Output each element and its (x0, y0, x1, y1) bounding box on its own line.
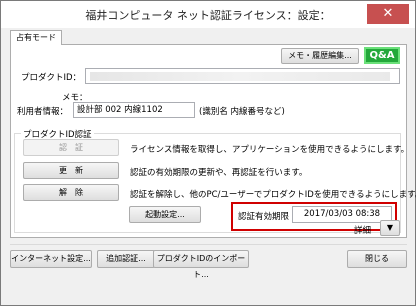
memo-history-edit-button[interactable]: メモ・履歴編集... (281, 48, 359, 64)
product-id-redacted (90, 72, 390, 81)
product-id-label: プロダクトID： (21, 73, 82, 83)
window-title: 福井コンピュータ ネット認証ライセンス：設定： (85, 9, 331, 22)
import-product-id-button[interactable]: プロダクトIDのインポート... (153, 250, 249, 279)
footer-separator (10, 244, 407, 245)
expiry-label: 認証有効期限 (238, 212, 290, 222)
detail-toggle-button[interactable]: ▼ (380, 220, 400, 236)
title-bar: 福井コンピュータ ネット認証ライセンス：設定： ✕ (1, 1, 415, 28)
window-close-button[interactable]: ✕ (367, 4, 409, 24)
add-auth-button[interactable]: 追加認証... (97, 250, 155, 268)
expiry-date-field: 2017/03/03 08:38 (292, 206, 392, 223)
user-info-field[interactable]: 設計部 002 内線1102 (73, 102, 195, 118)
authenticate-button[interactable]: 認 証 (23, 139, 119, 156)
detail-label: 詳細 (354, 226, 372, 236)
release-button[interactable]: 解 除 (23, 184, 119, 201)
release-description: 認証を解除し、他のPC/ユーザーでプロダクトIDを使用できるようにします。 (130, 190, 416, 200)
settings-window: 福井コンピュータ ネット認証ライセンス：設定： ✕ 占有モード メモ・履歴編集.… (0, 0, 416, 306)
startup-settings-button[interactable]: 起動設定... (129, 206, 201, 223)
renew-button[interactable]: 更 新 (23, 162, 119, 179)
renew-description: 認証の有効期限の更新や、再認証を行います。 (130, 168, 308, 178)
user-info-label: 利用者情報： (17, 107, 69, 117)
product-id-field[interactable] (85, 68, 400, 84)
authenticate-description: ライセンス情報を取得し、アプリケーションを使用できるようにします。 (130, 145, 410, 155)
user-info-hint: (識別名 内線番号など) (199, 107, 285, 117)
close-button[interactable]: 閉じる (347, 250, 407, 268)
qa-button[interactable]: Q&A (364, 47, 400, 64)
internet-settings-button[interactable]: インターネット設定... (10, 250, 92, 268)
tab-exclusive-mode[interactable]: 占有モード (10, 30, 62, 45)
